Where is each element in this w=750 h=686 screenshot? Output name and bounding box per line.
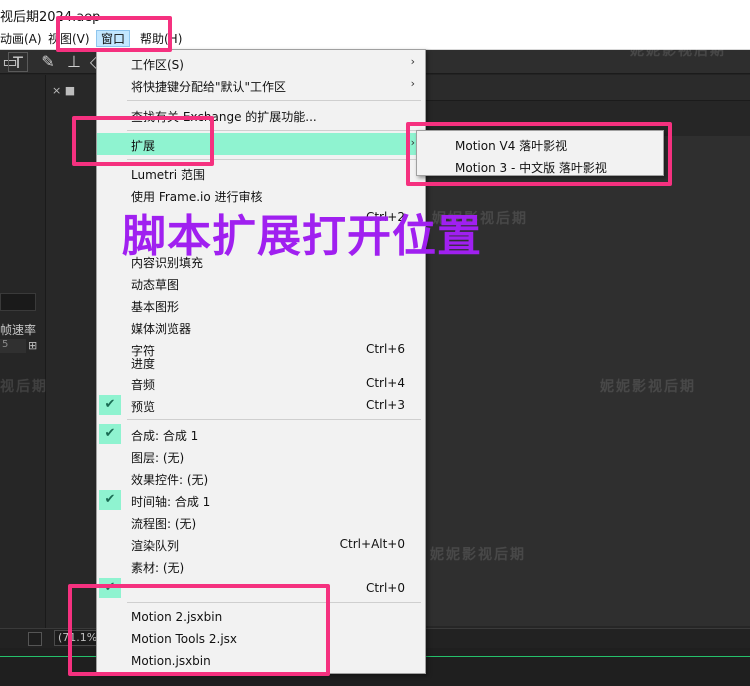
chevron-right-icon: › xyxy=(410,55,415,68)
menu-item-layer[interactable]: 图层: (无) xyxy=(97,445,425,467)
project-panel: 帧速率 5 ⊞ xyxy=(0,75,46,635)
checkmark-icon: ✔ xyxy=(99,395,121,415)
viewer-tab-bar xyxy=(426,75,750,101)
flowchart-icon[interactable]: ⊞ xyxy=(28,339,40,352)
annotation-box-window-menu xyxy=(56,16,172,52)
menu-item-flowchart[interactable]: 流程图: (无) xyxy=(97,511,425,533)
menu-item-preview[interactable]: ✔ 预览 Ctrl+3 xyxy=(97,394,425,416)
menu-item-motion-sketch[interactable]: 动态草图 xyxy=(97,272,425,294)
frame-rate-label: 帧速率 xyxy=(0,323,37,337)
watermark: 妮妮影视后期 xyxy=(600,379,696,395)
checkmark-icon: ✔ xyxy=(99,424,121,444)
stamp-tool-icon[interactable]: ⊥ xyxy=(64,52,84,72)
menu-item-timeline[interactable]: ✔ 时间轴: 合成 1 xyxy=(97,489,425,511)
menu-item-essential-graphics[interactable]: 基本图形 xyxy=(97,294,425,316)
menu-item-composition[interactable]: ✔ 合成: 合成 1 xyxy=(97,423,425,445)
watermark: 妮妮影视后期 xyxy=(430,547,526,563)
menu-item-audio[interactable]: 音频 Ctrl+4 xyxy=(97,372,425,394)
menu-separator xyxy=(127,419,421,420)
annotation-box-extensions xyxy=(72,116,214,166)
watermark: 妮妮影视后期 xyxy=(630,43,726,59)
status-toggle[interactable] xyxy=(28,632,42,646)
frame-rate-value: 5 xyxy=(0,339,26,353)
menu-item-media-browser[interactable]: 媒体浏览器 xyxy=(97,316,425,338)
annotation-box-submenu xyxy=(406,122,672,186)
menu-item-footage[interactable]: 素材: (无) xyxy=(97,555,425,577)
type-tool-icon[interactable]: T xyxy=(8,52,28,72)
menu-item-workspace[interactable]: 工作区(S) › xyxy=(97,52,425,74)
menu-item-character[interactable]: 字符 进度 Ctrl+6 xyxy=(97,342,425,372)
brush-tool-icon[interactable]: ✎ xyxy=(38,52,58,72)
menu-item-assign-shortcuts[interactable]: 将快捷键分配给"默认"工作区 › xyxy=(97,74,425,96)
menu-item-effect-controls[interactable]: 效果控件: (无) xyxy=(97,467,425,489)
chevron-right-icon: › xyxy=(410,77,415,90)
checkmark-icon: ✔ xyxy=(99,490,121,510)
watermark: 视后期 xyxy=(0,379,48,395)
menu-item-render-queue[interactable]: 渲染队列 Ctrl+Alt+0 xyxy=(97,533,425,555)
close-tab-icon[interactable]: × ■ xyxy=(52,84,96,100)
project-search-field[interactable] xyxy=(0,293,36,311)
menu-separator xyxy=(127,100,421,101)
menu-animation[interactable]: 动画(A) xyxy=(0,31,42,48)
annotation-box-scripts xyxy=(68,584,330,676)
annotation-caption: 脚本扩展打开位置 xyxy=(122,211,482,262)
